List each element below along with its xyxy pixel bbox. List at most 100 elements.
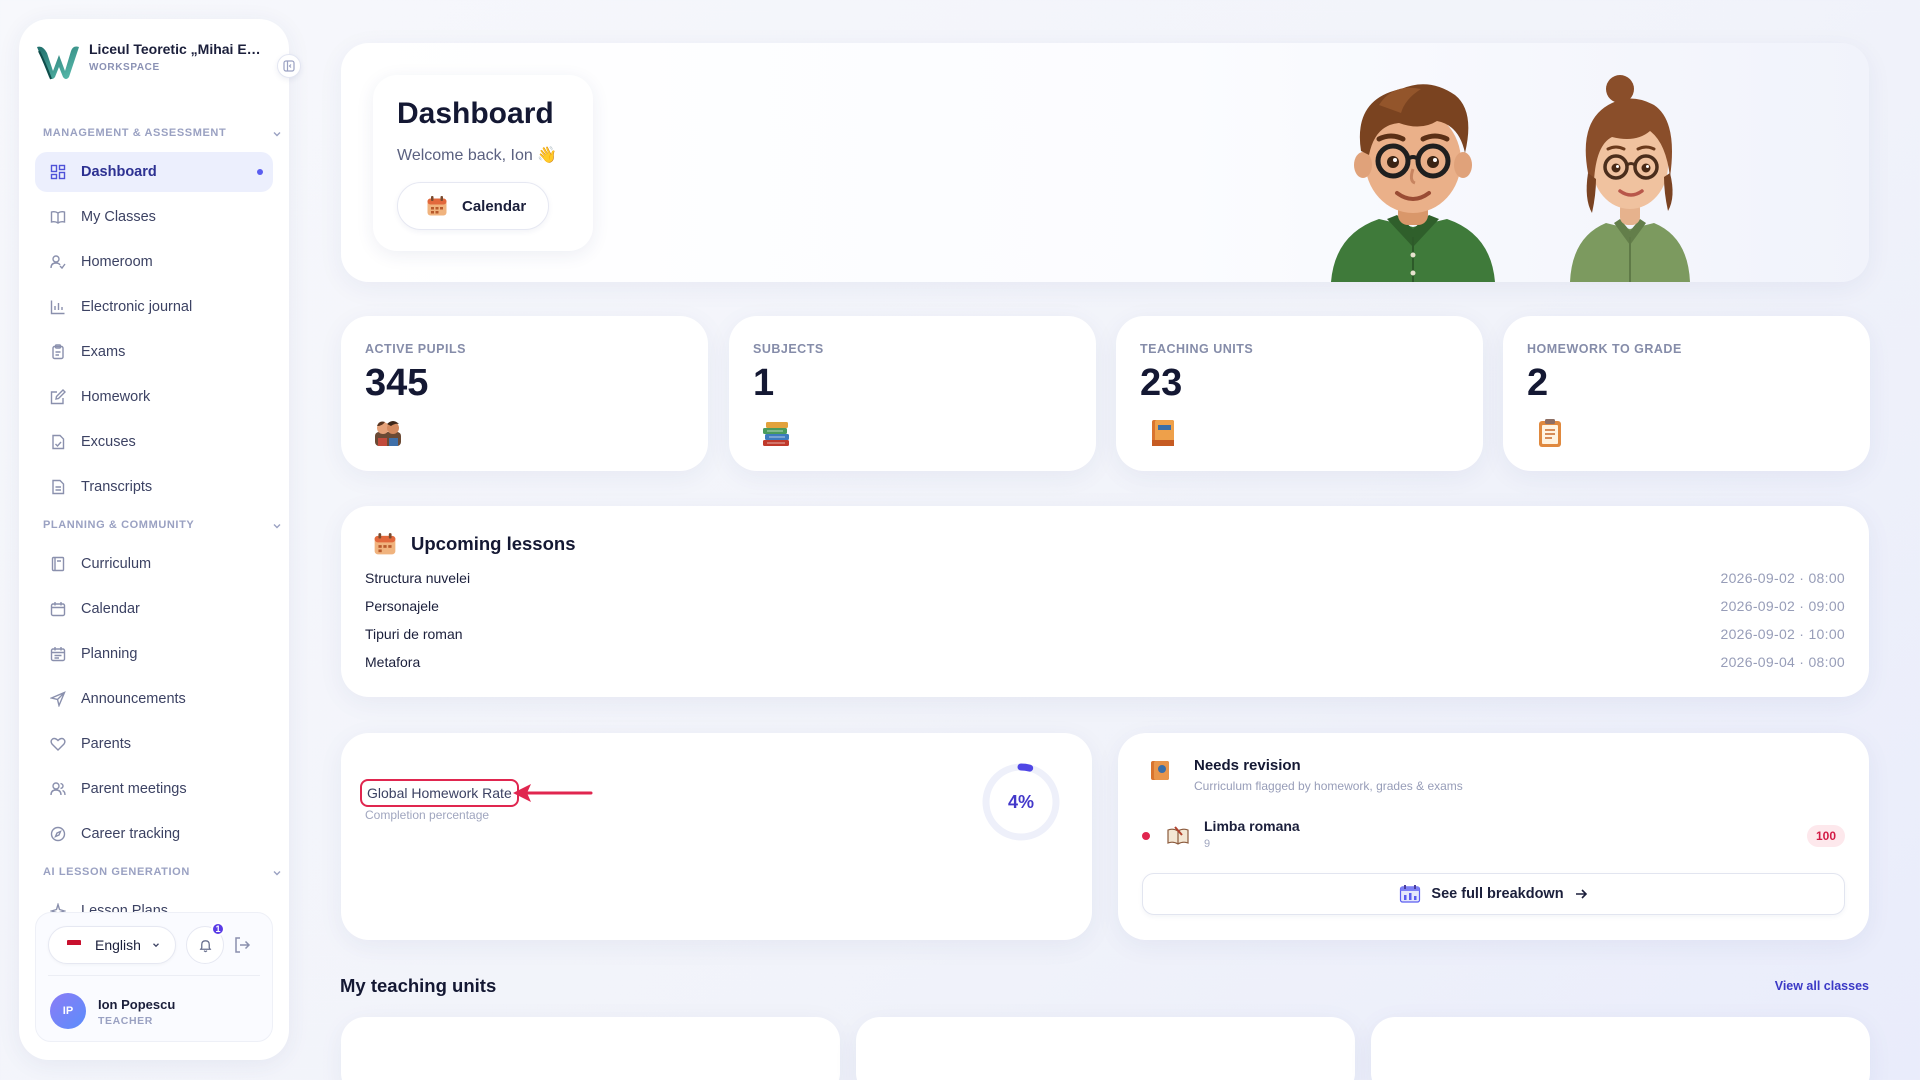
section-ai-lessons[interactable]: AI LESSON GENERATION — [43, 866, 283, 882]
sidebar-item-label: Career tracking — [81, 826, 181, 842]
file-check-icon — [49, 433, 67, 451]
workspace-label: WORKSPACE — [89, 62, 160, 73]
sidebar-item-exams[interactable]: Exams — [35, 332, 273, 372]
stat-value: 23 — [1140, 362, 1183, 404]
calendar-button[interactable]: Calendar — [397, 182, 549, 230]
status-dot — [1142, 832, 1150, 840]
lesson-row[interactable]: Structura nuvelei 2026-09-02 · 08:00 — [365, 570, 1845, 592]
sidebar-item-excuses[interactable]: Excuses — [35, 422, 273, 462]
needs-revision-title: Needs revision — [1194, 757, 1301, 774]
section-label: PLANNING & COMMUNITY — [43, 519, 195, 531]
active-indicator — [257, 169, 263, 175]
lesson-time: 2026-09-02 · 10:00 — [1720, 626, 1845, 642]
book-open-icon — [49, 208, 67, 226]
stat-card-active-pupils[interactable]: ACTIVE PUPILS 345 — [341, 316, 708, 471]
lesson-name: Structura nuvelei — [365, 570, 471, 586]
dashboard-hero: Dashboard Welcome back, Ion 👋 Calendar — [341, 43, 1869, 282]
language-label: English — [95, 937, 141, 953]
stat-card-homework-to-grade[interactable]: HOMEWORK TO GRADE 2 — [1503, 316, 1870, 471]
sidebar-item-curriculum[interactable]: Curriculum — [35, 544, 273, 584]
teacher-male-illustration — [1331, 84, 1495, 282]
stat-card-subjects[interactable]: SUBJECTS 1 — [729, 316, 1096, 471]
arrow-right-icon — [1575, 889, 1587, 899]
sidebar-item-label: Excuses — [81, 434, 136, 450]
notification-badge: 1 — [211, 922, 225, 936]
sidebar-item-label: My Classes — [81, 209, 156, 225]
sidebar-item-electronic-journal[interactable]: Electronic journal — [35, 287, 273, 327]
grid-icon — [49, 163, 67, 181]
lesson-name: Tipuri de roman — [365, 626, 463, 642]
sidebar-item-dashboard[interactable]: Dashboard — [35, 152, 273, 192]
sidebar-item-my-classes[interactable]: My Classes — [35, 197, 273, 237]
send-icon — [49, 690, 67, 708]
lesson-time: 2026-09-04 · 08:00 — [1720, 654, 1845, 670]
sidebar-item-calendar[interactable]: Calendar — [35, 589, 273, 629]
teaching-unit-card[interactable] — [1371, 1017, 1870, 1080]
view-all-classes-link[interactable]: View all classes — [1775, 979, 1869, 993]
lesson-row[interactable]: Metafora 2026-09-04 · 08:00 — [365, 654, 1845, 676]
sidebar-item-parent-meetings[interactable]: Parent meetings — [35, 769, 273, 809]
books-icon — [763, 422, 789, 446]
users-icon — [49, 780, 67, 798]
sidebar-item-career-tracking[interactable]: Career tracking — [35, 814, 273, 854]
lesson-row[interactable]: Tipuri de roman 2026-09-02 · 10:00 — [365, 626, 1845, 648]
section-label: MANAGEMENT & ASSESSMENT — [43, 127, 227, 139]
notifications-button[interactable]: 1 — [186, 922, 225, 964]
chevron-down-icon — [152, 943, 159, 948]
needs-revision-card: Needs revision Curriculum flagged by hom… — [1118, 733, 1869, 940]
sidebar-item-label: Exams — [81, 344, 126, 360]
see-full-breakdown-label: See full breakdown — [1431, 886, 1564, 902]
sidebar-item-planning[interactable]: Planning — [35, 634, 273, 674]
chevron-down-icon — [273, 871, 281, 876]
section-label: AI LESSON GENERATION — [43, 866, 190, 878]
stat-value: 345 — [365, 362, 429, 404]
bar-chart-icon — [49, 298, 67, 316]
divider — [48, 975, 260, 976]
calendar-button-label: Calendar — [462, 197, 527, 215]
hero-panel: Dashboard Welcome back, Ion 👋 Calendar — [373, 75, 593, 251]
clipboard-icon — [1539, 419, 1561, 447]
pupils-icon — [375, 421, 401, 446]
sidebar-item-label: Parents — [81, 736, 131, 752]
user-check-icon — [49, 253, 67, 271]
homework-rate-title: Global Homework Rate — [360, 779, 519, 807]
teaching-unit-card[interactable] — [341, 1017, 840, 1080]
stat-card-teaching-units[interactable]: TEACHING UNITS 23 — [1116, 316, 1483, 471]
sidebar-item-homeroom[interactable]: Homeroom — [35, 242, 273, 282]
see-full-breakdown-button[interactable]: See full breakdown — [1142, 873, 1845, 915]
user-role: TEACHER — [98, 1015, 153, 1027]
upcoming-lessons-header: Upcoming lessons — [373, 532, 575, 556]
compass-icon — [49, 825, 67, 843]
clipboard-icon — [49, 343, 67, 361]
subject-grade: 9 — [1204, 838, 1211, 850]
annotation-arrow-icon — [513, 784, 593, 802]
sidebar-item-announcements[interactable]: Announcements — [35, 679, 273, 719]
workspace-name: Liceul Teoretic „Mihai Eminescu” — [89, 41, 269, 57]
stat-label: HOMEWORK TO GRADE — [1527, 342, 1682, 356]
sidebar-item-transcripts[interactable]: Transcripts — [35, 467, 273, 507]
avatar[interactable]: IP — [50, 993, 86, 1029]
section-management[interactable]: MANAGEMENT & ASSESSMENT — [43, 127, 283, 143]
collapse-sidebar-button[interactable] — [277, 54, 301, 78]
lesson-row[interactable]: Personajele 2026-09-02 · 09:00 — [365, 598, 1845, 620]
sidebar-footer: English 1 IP Ion Popescu TEACHER — [35, 912, 273, 1042]
language-select[interactable]: English — [48, 926, 176, 964]
sidebar-item-label: Planning — [81, 646, 138, 662]
teacher-female-illustration — [1570, 75, 1690, 282]
notebook-icon — [1152, 420, 1174, 446]
lesson-time: 2026-09-02 · 08:00 — [1720, 570, 1845, 586]
calendar-list-icon — [49, 645, 67, 663]
teaching-unit-card[interactable] — [856, 1017, 1355, 1080]
status-badge: 100 — [1807, 825, 1845, 847]
calendar-icon — [374, 533, 396, 555]
logout-icon[interactable] — [232, 935, 252, 955]
sidebar-item-parents[interactable]: Parents — [35, 724, 273, 764]
sidebar-item-label: Homework — [81, 389, 151, 405]
upcoming-lessons-title: Upcoming lessons — [411, 533, 576, 554]
bell-icon — [199, 939, 211, 952]
section-planning[interactable]: PLANNING & COMMUNITY — [43, 519, 283, 535]
sidebar-item-homework[interactable]: Homework — [35, 377, 273, 417]
workspace-switcher[interactable]: Liceul Teoretic „Mihai Eminescu” WORKSPA… — [33, 37, 275, 89]
heart-icon — [49, 735, 67, 753]
homework-rate-subtitle: Completion percentage — [365, 808, 490, 822]
